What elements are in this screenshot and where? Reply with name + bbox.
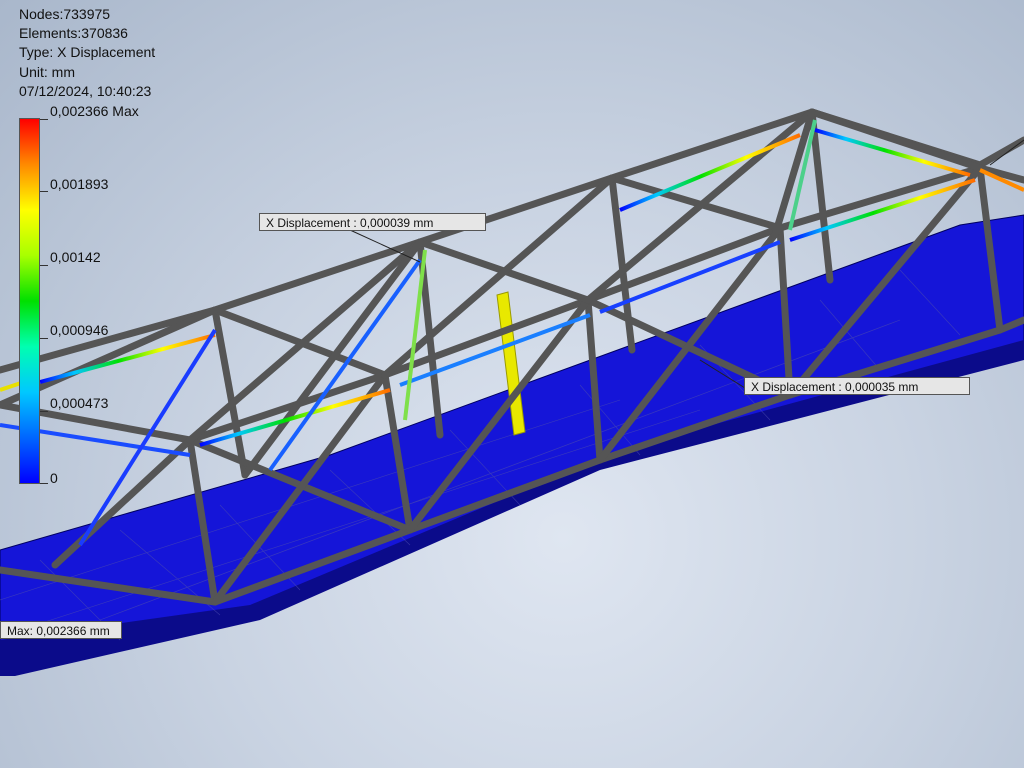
result-unit: Unit: mm (19, 64, 75, 80)
legend-label-3: 0,00142 (50, 249, 101, 265)
legend-tick (40, 483, 48, 484)
probe-label-1[interactable]: X Displacement : 0,000039 mm (259, 213, 486, 231)
legend-label-max: 0,002366 Max (50, 103, 139, 119)
result-timestamp: 07/12/2024, 10:40:23 (19, 83, 152, 99)
probe-label-2[interactable]: X Displacement : 0,000035 mm (744, 377, 970, 395)
legend-label-4: 0,000946 (50, 322, 109, 338)
nodes-count: Nodes:733975 (19, 6, 111, 22)
deck-plate (0, 214, 1024, 673)
elements-count: Elements:370836 (19, 25, 128, 41)
legend-label-2: 0,001893 (50, 176, 109, 192)
legend-tick (40, 265, 48, 266)
legend-tick (40, 411, 48, 412)
legend-tick (40, 338, 48, 339)
legend-tick (40, 191, 48, 192)
legend-label-min: 0 (50, 470, 58, 486)
color-legend-bar (19, 118, 40, 484)
probe-label-max-text: Max: 0,002366 mm (7, 624, 110, 638)
probe-label-max[interactable]: Max: 0,002366 mm (0, 621, 122, 639)
legend-tick (40, 119, 48, 120)
legend-label-5: 0,000473 (50, 395, 109, 411)
result-type: Type: X Displacement (19, 44, 156, 60)
